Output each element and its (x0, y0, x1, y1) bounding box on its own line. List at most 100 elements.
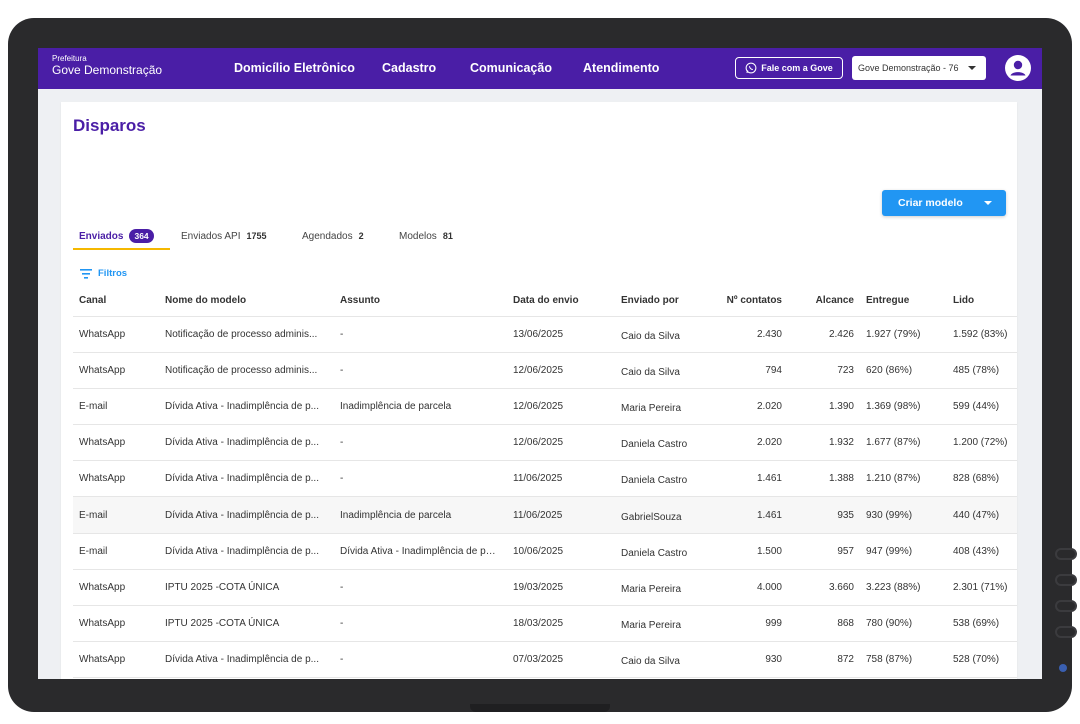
tab-agendados[interactable]: Agendados 2 (302, 224, 364, 248)
cell-enviado-por: Maria Pereira (615, 604, 705, 642)
user-avatar-icon[interactable] (1004, 54, 1032, 82)
chevron-down-icon (984, 201, 992, 205)
cell-nome-modelo: Notificação de processo adminis... (159, 351, 334, 389)
cell-contatos: 1.500 (705, 532, 788, 570)
filters-button[interactable]: Filtros (80, 268, 127, 279)
cell-alcance: 1.932 (788, 424, 860, 461)
col-header-data[interactable]: Data do envio (507, 286, 615, 316)
col-header-entregue[interactable]: Entregue (860, 286, 947, 316)
cell-lido: 528 (70%) (947, 641, 1017, 678)
cell-canal: WhatsApp (73, 641, 159, 678)
cell-lido: 408 (43%) (947, 532, 1017, 570)
fale-com-gove-button[interactable]: Fale com a Gove (735, 57, 843, 79)
table-row[interactable]: WhatsApp IPTU 2025 -COTA ÚNICA -19/03/2025… (73, 568, 1017, 606)
cell-assunto: Dívida Ativa - Inadimplência de parce (334, 532, 507, 570)
cell-contatos: 1.461 (705, 496, 788, 534)
cell-canal: WhatsApp (73, 604, 159, 642)
cell-lido: 828 (68%) (947, 460, 1017, 497)
cell-lido: 485 (78%) (947, 351, 1017, 389)
col-header-nome[interactable]: Nome do modelo (159, 286, 334, 316)
cell-entregue: 638 (99%) (860, 677, 947, 679)
table-row[interactable]: WhatsApp Notificação de processo adminis.… (73, 351, 1017, 389)
cell-canal: E-mail (73, 496, 159, 534)
cell-data-envio: 10/06/2025 (507, 532, 615, 570)
col-header-assunto[interactable]: Assunto (334, 286, 507, 316)
tab-count: 81 (442, 231, 453, 241)
nav-atendimento[interactable]: Atendimento (583, 61, 659, 75)
table-row[interactable]: WhatsApp Dívida Ativa - Inadimplência de … (73, 460, 1017, 497)
table-body: WhatsApp Notificação de processo adminis.… (73, 315, 1017, 679)
cell-canal: WhatsApp (73, 568, 159, 606)
table-row[interactable]: WhatsApp Dívida Ativa - Inadimplência de … (73, 641, 1017, 678)
device-side-button (1055, 600, 1077, 612)
tab-label: Agendados (302, 230, 353, 242)
cell-entregue: 1.210 (87%) (860, 460, 947, 497)
nav-comunicacao[interactable]: Comunicação (470, 61, 552, 75)
tab-count-badge: 364 (129, 229, 154, 243)
cell-nome-modelo: Dívida Ativa - Inadimplência de p... (159, 641, 334, 678)
cell-enviado-por: GabrielSouza (615, 496, 705, 534)
cell-contatos: 2.020 (705, 424, 788, 461)
col-header-enviado-por[interactable]: Enviado por (615, 286, 705, 316)
cell-enviado-por: Caio da Silva (615, 641, 705, 678)
cell-entregue: 780 (90%) (860, 604, 947, 642)
table-row[interactable]: WhatsApp Notificação de processo adminis.… (73, 315, 1017, 353)
cell-nome-modelo: IPTU 2025 -COTA ÚNICA (159, 604, 334, 642)
tab-enviados-api[interactable]: Enviados API 1755 (181, 224, 267, 248)
col-header-contatos[interactable]: Nº contatos (705, 286, 788, 316)
cell-entregue: 930 (99%) (860, 496, 947, 534)
create-model-label: Criar modelo (898, 197, 963, 209)
table-row[interactable]: E-mailDívida Ativa - Inadimplência de p.… (73, 496, 1017, 534)
col-header-alcance[interactable]: Alcance (788, 286, 860, 316)
cell-enviado-por: Daniela Castro (615, 460, 705, 497)
tab-label: Enviados API (181, 230, 241, 242)
cell-canal: WhatsApp (73, 460, 159, 497)
table-row[interactable]: E-mailDívida Ativa - Inadimplência de p.… (73, 532, 1017, 570)
filter-icon (80, 268, 92, 279)
tab-modelos[interactable]: Modelos 81 (399, 224, 453, 248)
cell-entregue: 1.369 (98%) (860, 387, 947, 425)
cell-lido: 2.301 (71%) (947, 568, 1017, 606)
whatsapp-icon (745, 62, 757, 74)
cell-alcance: 1.388 (788, 460, 860, 497)
cell-nome-modelo: Notificação de processo adminis... (159, 315, 334, 353)
table-row[interactable]: WhatsApp Dívida Ativa - Inadimplência de … (73, 424, 1017, 461)
cell-lido: 538 (69%) (947, 604, 1017, 642)
cell-entregue: 620 (86%) (860, 351, 947, 389)
cell-data-envio: 19/03/2025 (507, 568, 615, 606)
cell-alcance: 957 (788, 532, 860, 570)
table-header-row: Canal Nome do modelo Assunto Data do env… (73, 286, 1017, 316)
table-row[interactable]: E-mailDívida Ativa - Inadimplência de p.… (73, 677, 1017, 679)
col-header-canal[interactable]: Canal (73, 286, 159, 316)
cell-data-envio: 12/06/2025 (507, 351, 615, 389)
cell-enviado-por: Daniela Castro (615, 424, 705, 461)
cell-contatos: 2.020 (705, 387, 788, 425)
brand[interactable]: Prefeitura Gove Demonstração (52, 54, 162, 77)
table-row[interactable]: E-mailDívida Ativa - Inadimplência de p.… (73, 387, 1017, 425)
cell-assunto: - (334, 351, 507, 389)
cell-canal: E-mail (73, 677, 159, 679)
cell-lido: 599 (44%) (947, 387, 1017, 425)
table-row[interactable]: WhatsApp IPTU 2025 -COTA ÚNICA -18/03/2025… (73, 604, 1017, 642)
cell-entregue: 1.927 (79%) (860, 315, 947, 353)
app-screen: Prefeitura Gove Demonstração Domicílio E… (38, 48, 1042, 679)
nav-cadastro[interactable]: Cadastro (382, 61, 436, 75)
col-header-lido[interactable]: Lido (947, 286, 1017, 316)
create-model-button[interactable]: Criar modelo (882, 190, 1006, 216)
nav-domicilio[interactable]: Domicílio Eletrônico (234, 61, 355, 75)
cell-lido: 1.200 (72%) (947, 424, 1017, 461)
cell-assunto: Inadimplência de parcela (334, 387, 507, 425)
tab-enviados[interactable]: Enviados 364 (79, 224, 154, 248)
cell-contatos: 2.430 (705, 315, 788, 353)
org-select[interactable]: Gove Demonstração - 76 (852, 56, 986, 80)
cell-canal: E-mail (73, 387, 159, 425)
device-side-button (1055, 574, 1077, 586)
cell-data-envio: 07/03/2025 (507, 677, 615, 679)
cell-nome-modelo: IPTU 2025 -COTA ÚNICA (159, 568, 334, 606)
cell-assunto: - (334, 568, 507, 606)
cell-enviado-por: Caio da Silva (615, 315, 705, 353)
cell-lido: 1.592 (83%) (947, 315, 1017, 353)
chevron-down-icon (968, 66, 976, 70)
cell-entregue: 758 (87%) (860, 641, 947, 678)
cell-data-envio: 07/03/2025 (507, 641, 615, 678)
